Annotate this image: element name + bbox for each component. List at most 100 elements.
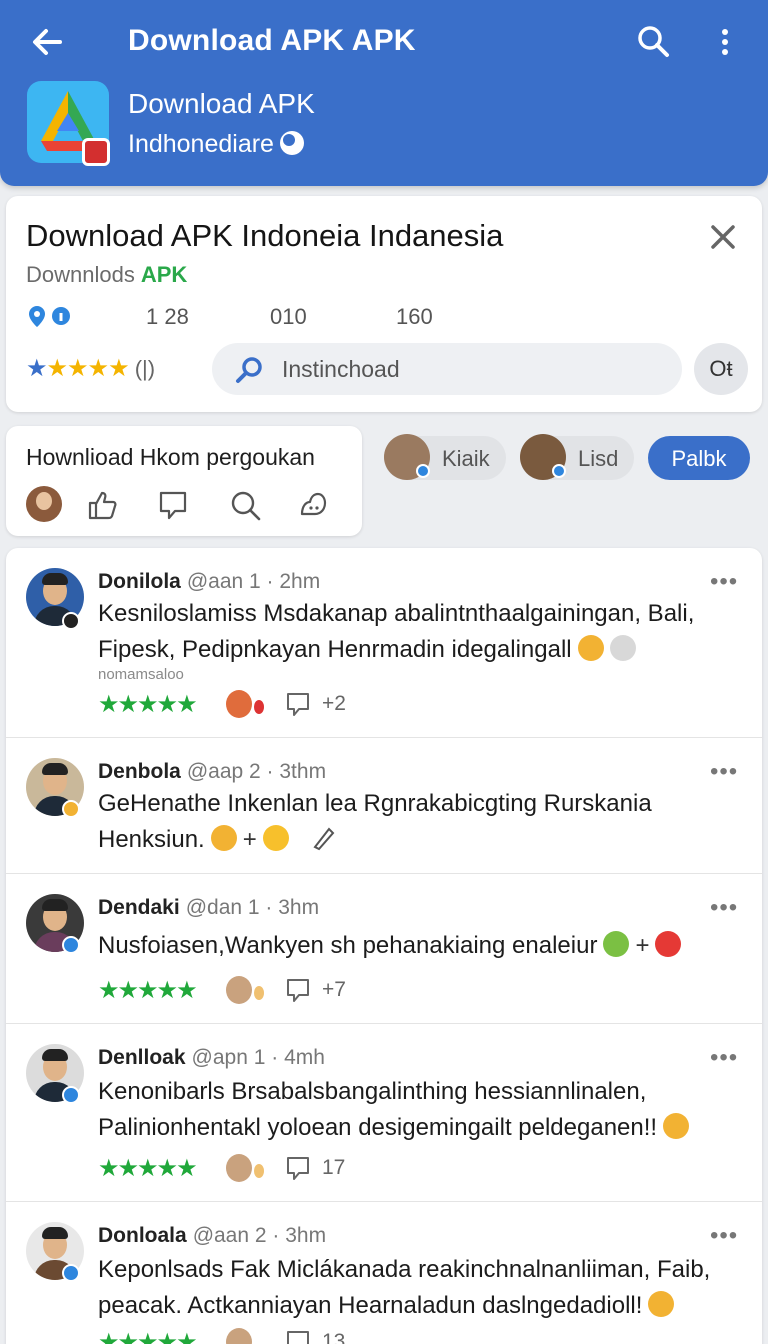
comment-icon[interactable] bbox=[156, 488, 190, 522]
comment-icon[interactable] bbox=[284, 1154, 312, 1182]
list-item[interactable]: Denbola @aap 2 · 3thm ••• GeHenathe Inken… bbox=[6, 738, 762, 874]
comment-icon[interactable] bbox=[284, 690, 312, 718]
list-item[interactable]: Dendaki @dan 1 · 3hm ••• Nusfoiasen,Wanky… bbox=[6, 874, 762, 1024]
reaction-icon bbox=[226, 1154, 252, 1182]
status-icon bbox=[279, 131, 304, 155]
plus-icon: + bbox=[635, 932, 650, 959]
search-icon[interactable] bbox=[228, 488, 262, 522]
post-header: Denbola @aap 2 · 3thm bbox=[98, 760, 326, 784]
author-handle: @dan 1 · 3hm bbox=[185, 896, 320, 919]
chip-kiaik[interactable]: Kiaik bbox=[384, 434, 506, 480]
author-name: Donloala bbox=[98, 1224, 187, 1247]
reply-count: 13 bbox=[322, 1330, 346, 1344]
review-feed: Donilola @aan 1 · 2hm ••• Kesniloslamiss … bbox=[6, 548, 762, 1344]
list-item[interactable]: Denlloak @apn 1 · 4mh ••• Kenonibarls Brs… bbox=[6, 1024, 762, 1202]
post-text: Keponlsads Fak Miclákanada reakinchnalna… bbox=[98, 1252, 738, 1324]
reply-count: +2 bbox=[322, 692, 346, 715]
more-options-icon[interactable]: ••• bbox=[710, 894, 738, 922]
post-body: Nusfoiasen,Wankyen sh pehanakiaing enale… bbox=[98, 932, 598, 959]
reaction-icon bbox=[226, 1328, 252, 1344]
avatar[interactable] bbox=[26, 486, 62, 522]
list-item[interactable]: Donilola @aan 1 · 2hm ••• Kesniloslamiss … bbox=[6, 548, 762, 738]
verified-icon bbox=[552, 464, 566, 478]
app-info-title: Download APK Indoneia Indanesia bbox=[26, 218, 504, 253]
back-arrow-icon[interactable] bbox=[28, 22, 68, 62]
author-handle: @apn 1 · 4mh bbox=[191, 1046, 325, 1069]
post-header: Donilola @aan 1 · 2hm bbox=[98, 570, 320, 594]
emoji-icon bbox=[655, 931, 682, 957]
app-badge-icon bbox=[82, 138, 110, 166]
post-note: nomamsaloo bbox=[98, 666, 184, 683]
post-body: Kenonibarls Brsabalsbangalinthing hessia… bbox=[98, 1078, 658, 1141]
thumbs-up-icon[interactable] bbox=[86, 488, 120, 522]
chip-label: Palbk bbox=[671, 446, 727, 471]
post-text: Kesniloslamiss Msdakanap abalintnthaalga… bbox=[98, 596, 738, 668]
action-row: ★★★★★ 17 bbox=[98, 1154, 398, 1184]
search-placeholder: Instinchoad bbox=[282, 356, 400, 382]
more-options-icon[interactable]: ••• bbox=[710, 1222, 738, 1250]
post-header: Denlloak @apn 1 · 4mh bbox=[98, 1046, 325, 1070]
emoji-icon bbox=[603, 931, 630, 957]
app-info-subtitle: Downnlods APK bbox=[26, 262, 187, 288]
more-options-icon[interactable]: ••• bbox=[710, 1044, 738, 1072]
rating-stars: ★★★★★ bbox=[98, 977, 198, 1004]
prompt-card[interactable]: Hownlioad Hkom pergoukan bbox=[6, 426, 362, 536]
location-info-icon bbox=[29, 306, 70, 327]
app-subtitle: Indhonediare bbox=[128, 130, 304, 159]
author-handle: @aan 1 · 2hm bbox=[186, 570, 321, 593]
action-row: ★★★★★ 13 bbox=[98, 1328, 398, 1344]
chip-label: Lisd bbox=[578, 446, 619, 471]
reaction-dot-icon bbox=[254, 700, 264, 714]
stat-reviews: 010 bbox=[270, 304, 307, 329]
app-name: Download APK bbox=[128, 88, 315, 119]
rating-stars: ★★★★★ bbox=[98, 1155, 198, 1182]
rating-stars: ★★★★★ bbox=[98, 1329, 198, 1344]
post-header: Donloala @aan 2 · 3hm bbox=[98, 1224, 326, 1248]
bell-icon bbox=[262, 825, 289, 851]
list-item[interactable]: Donloala @aan 2 · 3hm ••• Keponlsads Fak … bbox=[6, 1202, 762, 1344]
more-options-icon[interactable]: ••• bbox=[710, 758, 738, 786]
reaction-dot-icon bbox=[254, 986, 264, 1000]
post-text: GeHenathe Inkenlan lea Rgnrakabicgting R… bbox=[98, 786, 738, 858]
emoji-icon bbox=[609, 635, 636, 661]
rating-stars: ★★★★★ bbox=[98, 691, 198, 718]
rating-row: ★★★★★ (|) bbox=[26, 354, 155, 383]
verified-icon bbox=[62, 1086, 80, 1104]
post-body: Keponlsads Fak Miclákanada reakinchnalna… bbox=[98, 1256, 711, 1319]
verified-icon bbox=[62, 936, 80, 954]
emoji-icon bbox=[210, 825, 237, 851]
reply-count: +7 bbox=[322, 978, 346, 1001]
rating-stars: ★★★★★ bbox=[26, 355, 130, 382]
emoji-icon bbox=[577, 635, 604, 661]
post-body: Kesniloslamiss Msdakanap abalintnthaalga… bbox=[98, 600, 695, 663]
chip-label: Kiaik bbox=[442, 446, 490, 471]
reaction-dot-icon bbox=[254, 1164, 264, 1178]
close-icon[interactable] bbox=[706, 220, 740, 254]
chip-lisd[interactable]: Lisd bbox=[520, 434, 634, 480]
chip-palbk[interactable]: Palbk bbox=[648, 436, 750, 480]
pen-icon[interactable] bbox=[311, 825, 337, 851]
stat-size: 160 bbox=[396, 304, 433, 329]
subtitle-accent: APK bbox=[140, 262, 188, 287]
share-icon[interactable] bbox=[296, 488, 330, 522]
search-input[interactable]: Instinchoad bbox=[212, 343, 682, 395]
reaction-icon bbox=[226, 976, 252, 1004]
emoji-badge-icon bbox=[62, 800, 80, 818]
post-header: Dendaki @dan 1 · 3hm bbox=[98, 896, 319, 920]
action-row: ★★★★★ +7 bbox=[98, 976, 398, 1006]
search-icon[interactable] bbox=[636, 24, 670, 58]
verified-icon bbox=[62, 1264, 80, 1282]
comment-icon[interactable] bbox=[284, 1328, 312, 1344]
prompt-text: Hownlioad Hkom pergoukan bbox=[26, 444, 315, 470]
toggle-button[interactable]: Oŧ bbox=[694, 343, 748, 395]
comment-icon[interactable] bbox=[284, 976, 312, 1004]
more-options-icon[interactable]: ••• bbox=[710, 568, 738, 596]
reaction-icon bbox=[226, 690, 252, 718]
author-name: Dendaki bbox=[98, 896, 180, 919]
emoji-icon bbox=[648, 1291, 675, 1317]
rating-count: (|) bbox=[134, 356, 156, 381]
verified-icon bbox=[416, 464, 430, 478]
app-subtitle-text: Indhonediare bbox=[128, 130, 274, 158]
more-vertical-icon[interactable] bbox=[710, 24, 740, 60]
author-name: Denlloak bbox=[98, 1046, 186, 1069]
